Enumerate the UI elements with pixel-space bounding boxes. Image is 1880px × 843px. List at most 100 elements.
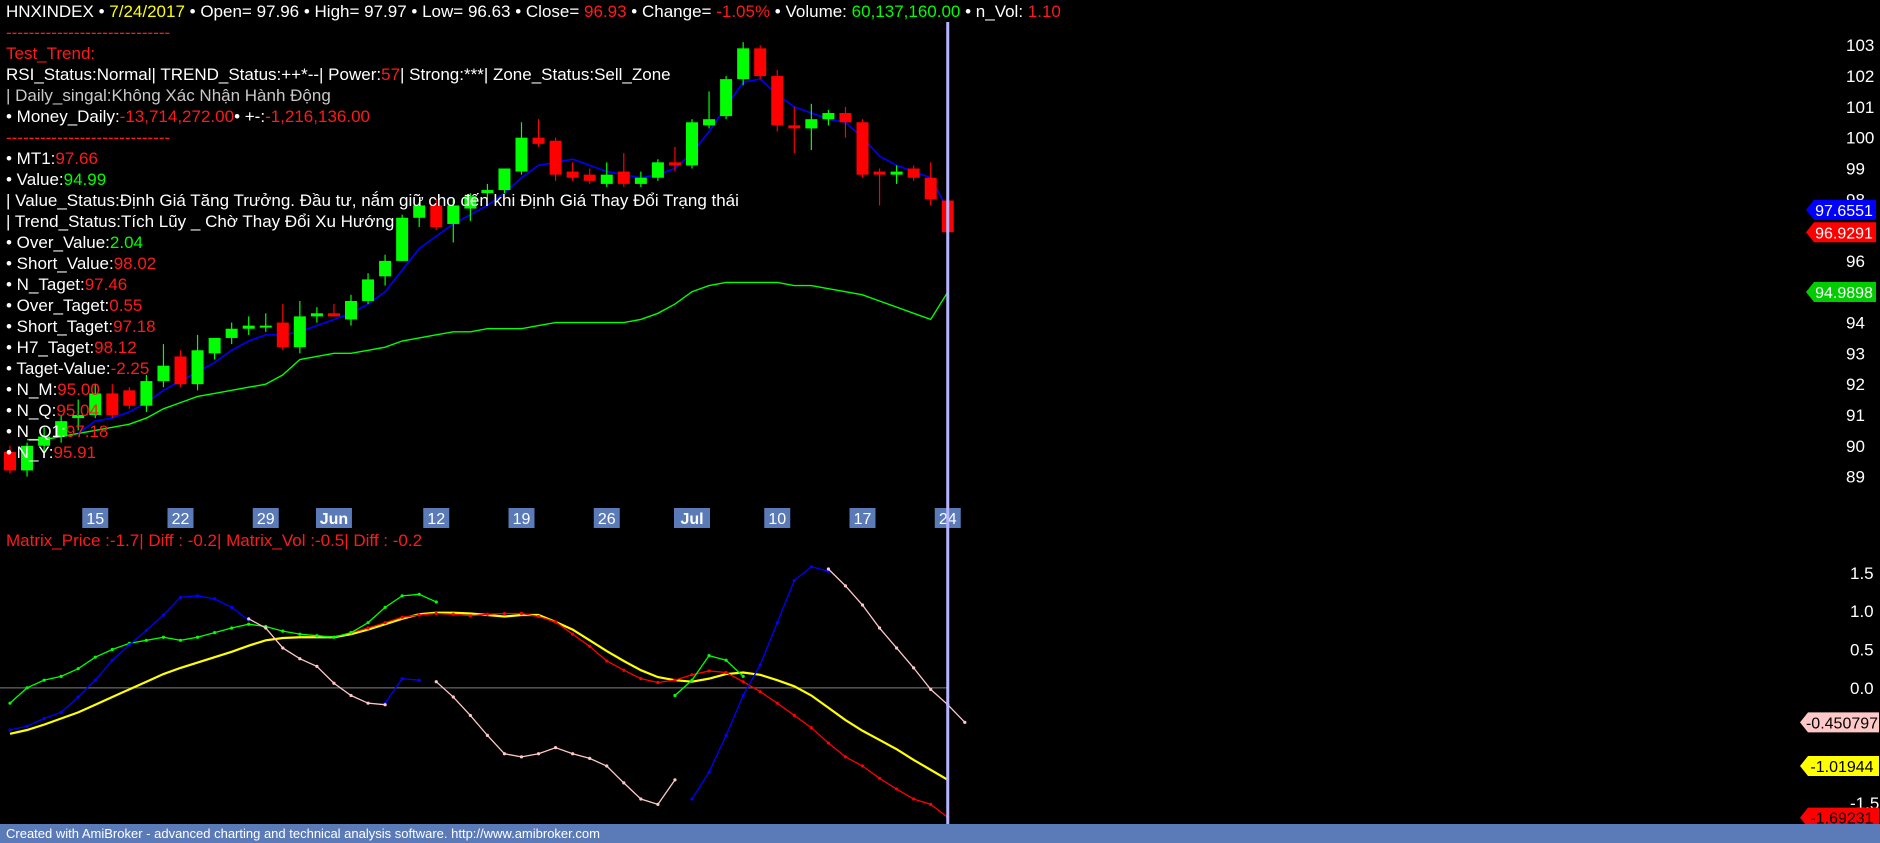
candle bbox=[651, 159, 664, 181]
matrix-series-3-dot bbox=[93, 678, 97, 682]
matrix-series-3-segment-2 bbox=[691, 565, 829, 800]
candle bbox=[379, 254, 392, 286]
matrix-series-1-dot bbox=[639, 677, 643, 681]
matrix-series-3-dot bbox=[724, 733, 728, 737]
matrix-series-1-dot bbox=[929, 802, 933, 806]
candle-down bbox=[788, 125, 801, 129]
matrix-series-1-dot bbox=[860, 764, 865, 768]
matrix-series-2-dot bbox=[690, 678, 694, 682]
matrix-series-3-dot bbox=[230, 605, 234, 609]
candle bbox=[447, 199, 460, 243]
matrix-series-1-dot bbox=[741, 680, 745, 684]
matrix-series-2-dot bbox=[178, 638, 183, 642]
x-tick-label: 15 bbox=[86, 511, 104, 528]
candle-up bbox=[362, 279, 375, 301]
matrix-tag-label: -1.01944 bbox=[1810, 759, 1873, 776]
candle bbox=[498, 168, 511, 194]
candle-up bbox=[72, 414, 85, 419]
x-tick-label: Jul bbox=[680, 511, 703, 528]
matrix-series-3-dot bbox=[213, 597, 217, 601]
candle-up bbox=[890, 171, 903, 175]
candle-up bbox=[55, 421, 68, 437]
candle bbox=[123, 387, 136, 409]
matrix-series-1-dot bbox=[417, 613, 421, 617]
candle-up bbox=[345, 300, 357, 320]
matrix-series-1-dot bbox=[383, 621, 387, 625]
matrix-series-3-dot bbox=[400, 677, 404, 681]
candle-up bbox=[651, 162, 664, 178]
matrix-series-4-dot bbox=[912, 666, 916, 670]
candle bbox=[259, 313, 272, 332]
matrix-y-tick: 1.0 bbox=[1850, 602, 1874, 621]
matrix-series-4-dot bbox=[826, 567, 831, 571]
matrix-series-4-dot bbox=[281, 646, 285, 650]
candle bbox=[617, 153, 630, 187]
matrix-series-1-dot bbox=[605, 659, 609, 663]
candle-up bbox=[89, 393, 102, 415]
candle-down bbox=[924, 177, 937, 200]
matrix-series-4-dot bbox=[349, 693, 353, 698]
candle-down bbox=[856, 122, 869, 175]
price-tag-label: 97.6551 bbox=[1815, 203, 1873, 220]
price-y-tick: 93 bbox=[1846, 344, 1865, 363]
matrix-series-1-dot bbox=[912, 797, 916, 801]
matrix-series-2-dot bbox=[434, 600, 438, 604]
price-y-tick: 103 bbox=[1846, 36, 1874, 55]
matrix-series-2-dot bbox=[8, 701, 12, 705]
candle bbox=[276, 304, 289, 351]
matrix-series-1-dot bbox=[826, 741, 831, 745]
x-tick: 17 bbox=[849, 508, 876, 528]
matrix-series-4-dot bbox=[622, 781, 626, 785]
candle bbox=[396, 214, 409, 261]
matrix-tag-label: -1.69231 bbox=[1810, 811, 1873, 828]
candle bbox=[242, 316, 255, 335]
matrix-series-4-dot bbox=[554, 746, 558, 750]
matrix-series-1-dot bbox=[400, 615, 404, 619]
candle-up bbox=[498, 168, 511, 191]
candle bbox=[362, 273, 375, 305]
candle-up bbox=[720, 79, 733, 117]
matrix-series-1-dot bbox=[656, 680, 660, 685]
candle bbox=[89, 384, 102, 419]
price-y-tick: 102 bbox=[1846, 67, 1874, 86]
matrix-series-4-dot bbox=[315, 664, 319, 668]
matrix-series-4-dot bbox=[519, 755, 524, 759]
candle bbox=[4, 445, 16, 474]
matrix-series-1-dot bbox=[554, 620, 558, 624]
price-tag: 94.9898 bbox=[1806, 282, 1876, 303]
candle-down bbox=[549, 140, 562, 175]
x-tick-label: 26 bbox=[598, 511, 616, 528]
candle bbox=[907, 165, 920, 181]
candle bbox=[873, 168, 886, 206]
matrix-series-4-dot bbox=[468, 713, 472, 718]
matrix-series-4-dot bbox=[656, 802, 660, 806]
candle-up bbox=[21, 445, 34, 471]
candle-up bbox=[600, 174, 613, 184]
matrix-series-4-dot bbox=[843, 584, 848, 588]
candle-down bbox=[106, 393, 119, 415]
x-tick-label: 29 bbox=[257, 511, 275, 528]
x-tick: 22 bbox=[167, 508, 194, 528]
matrix-tag: -1.01944 bbox=[1800, 755, 1879, 776]
candle-up bbox=[259, 325, 272, 328]
matrix-series-2-dot bbox=[42, 678, 46, 682]
matrix-series-1-dot bbox=[588, 644, 592, 649]
candle bbox=[174, 350, 187, 388]
matrix-series-3-dot bbox=[8, 728, 12, 732]
matrix-series-1-dot bbox=[502, 611, 507, 616]
matrix-series-1-dot bbox=[434, 611, 438, 616]
candle-up bbox=[396, 217, 409, 261]
candle bbox=[310, 307, 323, 323]
matrix-series-0-segment-0 bbox=[9, 611, 949, 781]
candle bbox=[515, 122, 528, 175]
matrix-series-2-dot bbox=[315, 634, 319, 638]
candle bbox=[430, 199, 443, 231]
candle bbox=[924, 162, 937, 206]
matrix-series-3-dot bbox=[110, 658, 114, 662]
matrix-series-2-dot bbox=[247, 622, 251, 626]
candle-up bbox=[634, 177, 647, 184]
candle-down bbox=[4, 451, 16, 471]
candle bbox=[754, 45, 767, 80]
candle-up bbox=[157, 365, 170, 382]
matrix-series-2-dot bbox=[110, 647, 114, 652]
